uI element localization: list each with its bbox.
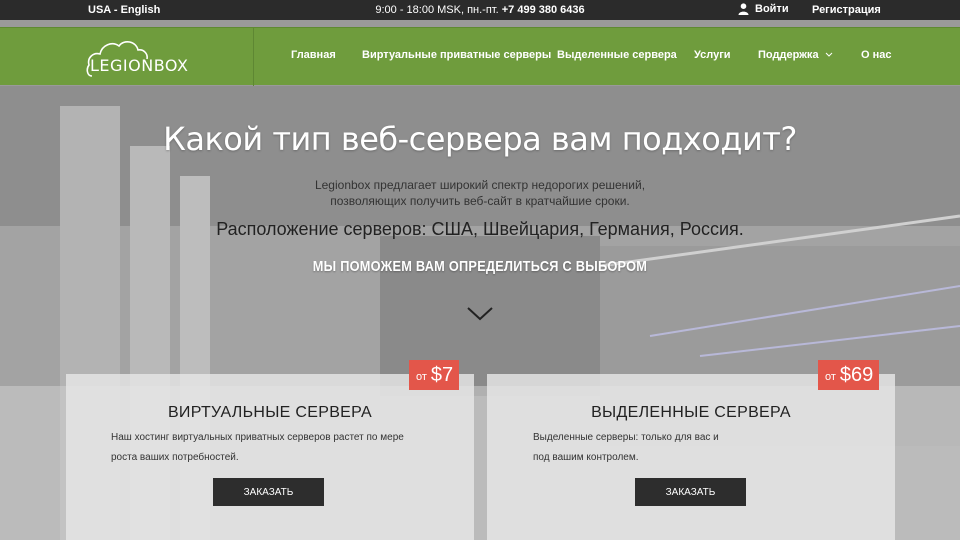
vps-price-amount: $7 — [430, 363, 454, 386]
dedicated-price-from: от — [825, 371, 836, 383]
dedicated-order-button[interactable]: ЗАКАЗАТЬ — [635, 478, 746, 506]
hero-section: Какой тип веб-сервера вам подходит? Legi… — [0, 86, 960, 540]
dedicated-card-title: ВЫДЕЛЕННЫЕ СЕРВЕРА — [591, 404, 791, 421]
user-icon — [738, 3, 749, 15]
nav-divider — [253, 28, 254, 86]
dedicated-card: от $69 ВЫДЕЛЕННЫЕ СЕРВЕРА Выделенные сер… — [487, 360, 895, 540]
nav-item-dedicated[interactable]: Выделенные сервера — [557, 49, 677, 61]
server-locations: Расположение серверов: США, Швейцария, Г… — [216, 219, 744, 239]
vps-desc-line1: Наш хостинг виртуальных приватных сервер… — [111, 432, 404, 443]
phone-number[interactable]: +7 499 380 6436 — [502, 4, 585, 16]
vps-card-description: Наш хостинг виртуальных приватных сервер… — [111, 428, 404, 468]
vps-order-button[interactable]: ЗАКАЗАТЬ — [213, 478, 324, 506]
hero-subtitle-line2: позволяющих получить веб-сайт в кратчайш… — [330, 194, 630, 208]
login-label: Войти — [755, 3, 789, 15]
dedicated-price-amount: $69 — [839, 363, 874, 386]
nav-item-support-label: Поддержка — [758, 49, 819, 61]
vps-price-from: от — [416, 371, 427, 383]
register-link[interactable]: Регистрация — [812, 4, 881, 16]
nav-item-about[interactable]: О нас — [861, 49, 892, 61]
hero-subtitle-line1: Legionbox предлагает широкий спектр недо… — [314, 178, 646, 192]
dedicated-desc-line1: Выделенные серверы: только для вас и — [533, 432, 719, 443]
top-bar: USA - English 9:00 - 18:00 MSK, пн.-пт. … — [0, 0, 960, 20]
dedicated-desc-line2: под вашим контролем. — [533, 452, 639, 463]
nav-item-vps[interactable]: Виртуальные приватные серверы — [362, 49, 551, 61]
vps-card: от $7 ВИРТУАЛЬНЫЕ СЕРВЕРА Наш хостинг ви… — [66, 360, 474, 540]
nav-item-support[interactable]: Поддержка — [758, 49, 833, 61]
chevron-down-icon — [825, 52, 832, 57]
nav-item-home[interactable]: Главная — [291, 49, 336, 61]
dedicated-card-description: Выделенные серверы: только для вас и под… — [533, 428, 719, 468]
vps-price-badge: от $7 — [409, 360, 460, 390]
hours-text: 9:00 - 18:00 MSK, пн.-пт. — [375, 4, 499, 16]
scroll-down-icon[interactable] — [466, 306, 494, 322]
logo-text: LEGIONBOX — [90, 56, 189, 75]
logo[interactable]: LEGIONBOX — [86, 36, 189, 78]
vps-card-title: ВИРТУАЛЬНЫЕ СЕРВЕРА — [167, 404, 373, 421]
main-navbar: LEGIONBOX Главная Виртуальные приватные … — [0, 27, 960, 86]
vps-desc-line2: роста ваших потребностей. — [111, 452, 239, 463]
nav-item-services[interactable]: Услуги — [694, 49, 731, 61]
hero-title: Какой тип веб-сервера вам подходит? — [163, 120, 797, 158]
help-heading: МЫ ПОМОЖЕМ ВАМ ОПРЕДЕЛИТЬСЯ С ВЫБОРОМ — [312, 258, 648, 275]
dedicated-price-badge: от $69 — [818, 360, 880, 390]
login-link[interactable]: Войти — [738, 3, 789, 15]
